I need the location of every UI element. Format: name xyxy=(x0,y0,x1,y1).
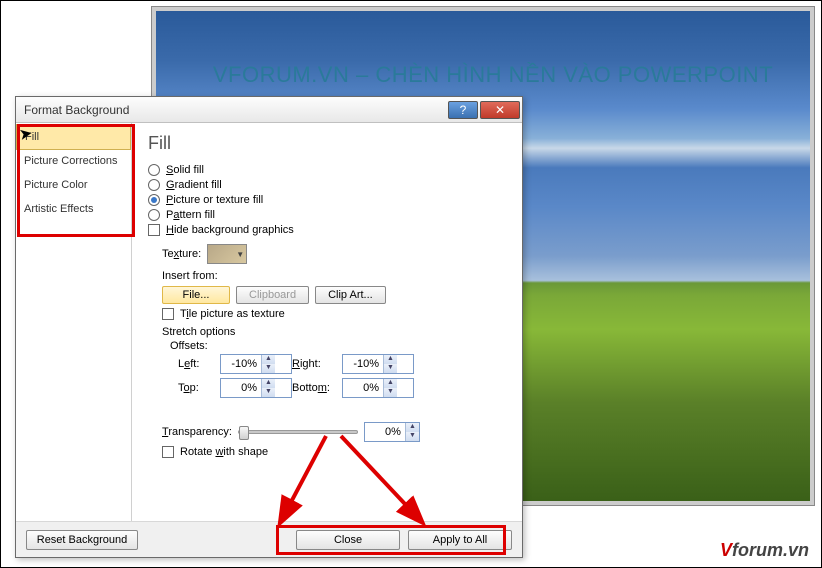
sidebar-item-fill[interactable]: Fill xyxy=(16,124,131,150)
main-panel: Fill Solid fill Gradient fill Picture or… xyxy=(132,123,522,521)
reset-background-button[interactable]: Reset Background xyxy=(26,530,138,550)
checkbox-rotate[interactable] xyxy=(162,446,174,458)
spinner-down-icon[interactable]: ▼ xyxy=(406,432,419,441)
offset-right-input[interactable]: ▲▼ xyxy=(342,354,414,374)
spinner-up-icon[interactable]: ▲ xyxy=(384,355,397,364)
transparency-label: Transparency: xyxy=(162,426,232,438)
spinner-down-icon[interactable]: ▼ xyxy=(384,364,397,373)
apply-to-all-button[interactable]: Apply to All xyxy=(408,530,512,550)
help-button[interactable]: ? xyxy=(448,101,478,119)
insert-from-label: Insert from: xyxy=(162,270,506,282)
texture-dropdown[interactable]: ▼ xyxy=(207,244,247,264)
sidebar-item-picture-corrections[interactable]: Picture Corrections xyxy=(16,149,131,173)
radio-picture-texture-fill[interactable] xyxy=(148,194,160,206)
checkbox-rotate-label: Rotate with shape xyxy=(180,446,268,458)
checkbox-tile[interactable] xyxy=(162,308,174,320)
clipboard-button[interactable]: Clipboard xyxy=(236,286,309,304)
spinner-up-icon[interactable]: ▲ xyxy=(406,423,419,432)
close-window-button[interactable]: ✕ xyxy=(480,101,520,119)
spinner-up-icon[interactable]: ▲ xyxy=(384,379,397,388)
transparency-slider[interactable] xyxy=(238,430,358,434)
stretch-options-label: Stretch options xyxy=(162,326,506,338)
watermark: Vforum.vn xyxy=(720,540,809,561)
checkbox-tile-label: Tile picture as texture xyxy=(180,308,285,320)
checkbox-hide-bg[interactable] xyxy=(148,224,160,236)
file-button[interactable]: File... xyxy=(162,286,230,304)
spinner-down-icon[interactable]: ▼ xyxy=(262,364,275,373)
radio-pattern-fill[interactable] xyxy=(148,209,160,221)
radio-picture-texture-fill-label: Picture or texture fill xyxy=(166,194,263,206)
offset-right-label: Right: xyxy=(292,358,342,370)
dialog-title: Format Background xyxy=(24,103,129,117)
transparency-input[interactable]: ▲▼ xyxy=(364,422,420,442)
radio-gradient-fill-label: Gradient fill xyxy=(166,179,222,191)
sidebar-item-artistic-effects[interactable]: Artistic Effects xyxy=(16,197,131,221)
chevron-down-icon: ▼ xyxy=(236,250,244,259)
spinner-up-icon[interactable]: ▲ xyxy=(262,355,275,364)
spinner-up-icon[interactable]: ▲ xyxy=(262,379,275,388)
spinner-down-icon[interactable]: ▼ xyxy=(384,388,397,397)
radio-pattern-fill-label: Pattern fill xyxy=(166,209,215,221)
radio-gradient-fill[interactable] xyxy=(148,179,160,191)
format-background-dialog: Format Background ? ✕ Fill Picture Corre… xyxy=(15,96,523,558)
offsets-label: Offsets: xyxy=(170,340,506,352)
category-sidebar: Fill Picture Corrections Picture Color A… xyxy=(16,123,132,521)
offset-left-input[interactable]: ▲▼ xyxy=(220,354,292,374)
clipart-button[interactable]: Clip Art... xyxy=(315,286,386,304)
slider-thumb[interactable] xyxy=(239,426,249,440)
close-button[interactable]: Close xyxy=(296,530,400,550)
checkbox-hide-bg-label: Hide background graphics xyxy=(166,224,294,236)
texture-label: Texture: xyxy=(162,248,201,260)
spinner-down-icon[interactable]: ▼ xyxy=(262,388,275,397)
offset-top-input[interactable]: ▲▼ xyxy=(220,378,292,398)
titlebar: Format Background ? ✕ xyxy=(16,97,522,123)
offset-bottom-input[interactable]: ▲▼ xyxy=(342,378,414,398)
slide-title: VFORUM.VN – CHÈN HÌNH NỀN VÀO POWERPOINT xyxy=(182,62,804,88)
offset-top-label: Top: xyxy=(178,382,220,394)
sidebar-item-picture-color[interactable]: Picture Color xyxy=(16,173,131,197)
radio-solid-fill[interactable] xyxy=(148,164,160,176)
section-heading: Fill xyxy=(148,133,506,154)
offset-left-label: Left: xyxy=(178,358,220,370)
offset-bottom-label: Bottom: xyxy=(292,382,342,394)
radio-solid-fill-label: Solid fill xyxy=(166,164,204,176)
